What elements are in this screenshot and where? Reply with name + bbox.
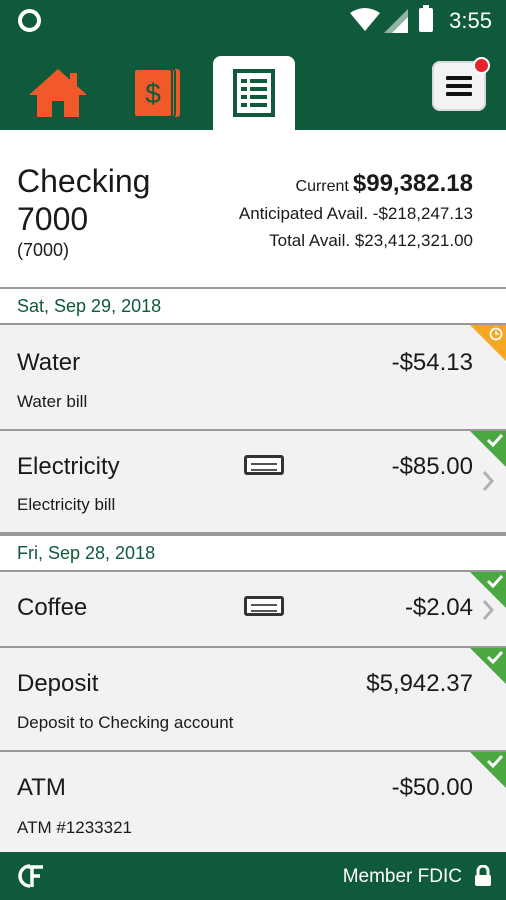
svg-text:$: $ bbox=[145, 78, 161, 109]
total-amount: $23,412,321.00 bbox=[354, 231, 473, 250]
anticipated-balance: Anticipated Avail. -$218,247.13 bbox=[239, 204, 473, 224]
transaction-amount: -$54.13 bbox=[391, 349, 473, 376]
cf-logo-icon bbox=[18, 864, 43, 888]
check-icon bbox=[487, 574, 503, 588]
tab-register[interactable] bbox=[213, 56, 295, 130]
account-number: (7000) bbox=[17, 240, 70, 260]
footer: Member FDIC bbox=[0, 852, 506, 900]
date-header: Fri, Sep 28, 2018 bbox=[0, 534, 506, 572]
tab-home[interactable] bbox=[17, 56, 99, 130]
transaction-description: Electricity bill bbox=[17, 495, 116, 514]
transaction-row-deposit[interactable]: Deposit Deposit to Checking account $5,9… bbox=[0, 648, 506, 752]
check-icon bbox=[487, 433, 503, 447]
current-balance-amount: $99,382.18 bbox=[352, 170, 473, 197]
dollar-bill-icon: $ bbox=[133, 68, 180, 118]
clock-icon bbox=[489, 327, 503, 341]
transaction-title: ATM bbox=[17, 774, 66, 801]
notification-circle-icon bbox=[18, 9, 41, 32]
tab-pay[interactable]: $ bbox=[117, 56, 199, 130]
current-balance-label: Current bbox=[295, 178, 349, 195]
transaction-title: Coffee bbox=[17, 594, 88, 621]
total-label: Total Avail. bbox=[269, 231, 351, 250]
notification-badge bbox=[473, 57, 490, 74]
transaction-description: Water bill bbox=[17, 392, 88, 411]
credit-card-icon bbox=[244, 455, 284, 475]
register-list-icon bbox=[233, 69, 275, 117]
date-header: Sat, Sep 29, 2018 bbox=[0, 287, 506, 325]
status-bar: 3:55 bbox=[0, 0, 506, 42]
anticipated-label: Anticipated Avail. bbox=[238, 204, 369, 223]
check-icon bbox=[487, 754, 503, 768]
account-name: Checking 7000 bbox=[17, 163, 151, 237]
transaction-row-coffee[interactable]: Coffee -$2.04 bbox=[0, 572, 506, 648]
transaction-amount: $5,942.37 bbox=[366, 670, 473, 697]
transaction-title: Water bbox=[17, 349, 81, 376]
account-summary: Checking 7000 (7000) Current $99,382.18 A… bbox=[0, 130, 506, 287]
transaction-row-electricity[interactable]: Electricity Electricity bill -$85.00 bbox=[0, 431, 506, 534]
transaction-amount: -$85.00 bbox=[391, 453, 473, 480]
current-balance: Current $99,382.18 bbox=[296, 170, 473, 198]
credit-card-icon bbox=[244, 596, 284, 616]
transaction-row-water[interactable]: Water Water bill -$54.13 bbox=[0, 325, 506, 431]
total-balance: Total Avail. $23,412,321.00 bbox=[269, 231, 473, 251]
battery-icon bbox=[419, 5, 433, 32]
member-fdic-text: Member FDIC bbox=[342, 866, 462, 887]
hamburger-menu-icon bbox=[446, 76, 472, 96]
transaction-description: ATM #1233321 bbox=[17, 818, 132, 837]
check-icon bbox=[487, 650, 503, 664]
lock-icon bbox=[475, 865, 491, 886]
transaction-row-atm[interactable]: ATM ATM #1233321 -$50.00 bbox=[0, 752, 506, 852]
transaction-title: Electricity bbox=[17, 453, 120, 480]
transaction-amount: -$2.04 bbox=[404, 594, 473, 621]
home-icon bbox=[29, 69, 87, 117]
anticipated-amount: -$218,247.13 bbox=[372, 204, 473, 223]
transaction-description: Deposit to Checking account bbox=[17, 713, 234, 732]
transaction-amount: -$50.00 bbox=[391, 774, 473, 801]
top-nav: $ bbox=[0, 42, 506, 130]
clock-time: 3:55 bbox=[449, 8, 492, 33]
chevron-right-icon bbox=[482, 471, 494, 491]
wifi-icon bbox=[350, 8, 380, 31]
transaction-title: Deposit bbox=[17, 670, 99, 697]
signal-icon bbox=[384, 9, 408, 33]
